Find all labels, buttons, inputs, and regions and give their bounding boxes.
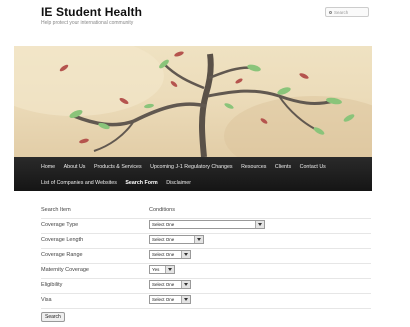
coverage-length-select[interactable]: Select One — [149, 235, 204, 244]
site-title[interactable]: IE Student Health — [41, 5, 142, 19]
selected-value: Select One — [152, 282, 175, 287]
coverage-range-select[interactable]: Select One — [149, 250, 191, 259]
site-description: Help protect your international communit… — [41, 20, 134, 26]
field-label: Eligibility — [41, 282, 63, 288]
chevron-down-icon[interactable] — [255, 221, 264, 228]
nav-item-resources[interactable]: Resources — [241, 164, 266, 170]
form-row-eligibility: Eligibility Select One — [41, 278, 371, 294]
form-row-maternity-coverage: Maternity Coverage Yes — [41, 263, 371, 279]
field-label: Coverage Range — [41, 252, 83, 258]
field-label: Coverage Type — [41, 222, 79, 228]
nav-item-disclaimer[interactable]: Disclaimer — [166, 180, 191, 186]
maternity-coverage-select[interactable]: Yes — [149, 265, 175, 274]
chevron-down-icon[interactable] — [181, 296, 190, 303]
main-navigation: Home About Us Products & Services Upcomi… — [14, 157, 372, 191]
search-placeholder: Search — [334, 9, 349, 15]
field-label: Visa — [41, 297, 52, 303]
chevron-down-icon[interactable] — [181, 281, 190, 288]
nav-item-contact-us[interactable]: Contact Us — [300, 164, 326, 170]
selected-value: Select One — [152, 237, 175, 242]
nav-item-home[interactable]: Home — [41, 164, 55, 170]
search-submit-button[interactable]: Search — [41, 312, 65, 322]
chevron-down-icon[interactable] — [181, 251, 190, 258]
selected-value: Select One — [152, 297, 175, 302]
field-label: Coverage Length — [41, 237, 84, 243]
form-row-coverage-range: Coverage Range Select One — [41, 248, 371, 264]
column-header-search-item: Search Item — [41, 207, 71, 213]
selected-value: Select One — [152, 222, 175, 227]
nav-row-primary: Home About Us Products & Services Upcomi… — [41, 164, 334, 170]
bonsai-image — [14, 46, 372, 157]
search-input[interactable]: Search — [325, 7, 369, 17]
nav-item-upcoming-j1-changes[interactable]: Upcoming J-1 Regulatory Changes — [150, 164, 232, 170]
column-header-conditions: Conditions — [149, 207, 175, 213]
selected-value: Yes — [152, 267, 160, 272]
eligibility-select[interactable]: Select One — [149, 280, 191, 289]
selected-value: Select One — [152, 252, 175, 257]
form-header-row: Search Item Conditions — [41, 203, 371, 219]
nav-item-about-us[interactable]: About Us — [64, 164, 86, 170]
chevron-down-icon[interactable] — [165, 266, 174, 273]
chevron-down-icon[interactable] — [194, 236, 203, 243]
form-row-coverage-type: Coverage Type Select One — [41, 218, 371, 234]
nav-item-search-form[interactable]: Search Form — [125, 180, 157, 186]
header-banner-image — [14, 46, 372, 157]
nav-item-list-of-companies[interactable]: List of Companies and Websites — [41, 180, 117, 186]
form-row-visa: Visa Select One — [41, 293, 371, 309]
field-label: Maternity Coverage — [41, 267, 89, 273]
nav-row-secondary: List of Companies and Websites Search Fo… — [41, 180, 200, 186]
visa-select[interactable]: Select One — [149, 295, 191, 304]
nav-item-clients[interactable]: Clients — [275, 164, 291, 170]
nav-item-products-services[interactable]: Products & Services — [94, 164, 142, 170]
coverage-type-select[interactable]: Select One — [149, 220, 265, 229]
search-icon — [329, 10, 332, 14]
form-row-coverage-length: Coverage Length Select One — [41, 233, 371, 249]
